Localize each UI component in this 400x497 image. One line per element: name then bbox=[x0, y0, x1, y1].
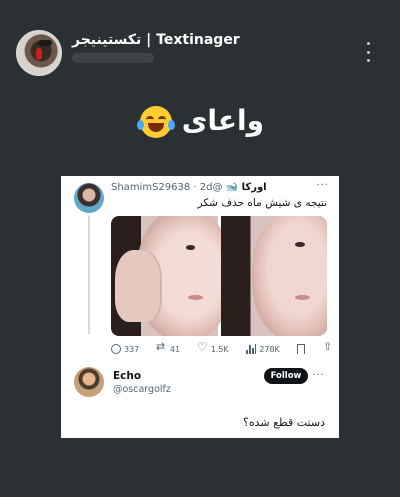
post-header: تکستینیجر | Textinager bbox=[16, 28, 384, 78]
views-count: 278K bbox=[259, 344, 280, 354]
retweet-action: 41 bbox=[156, 340, 181, 354]
reply-author-name: Echo bbox=[113, 370, 142, 382]
tweet-time: · 2d bbox=[193, 182, 213, 193]
channel-subtitle-blurred bbox=[72, 53, 154, 63]
reply-author-avatar bbox=[74, 367, 104, 397]
reply-text: دستت قطع شده؟ bbox=[243, 416, 325, 429]
channel-name[interactable]: تکستینیجر | Textinager bbox=[72, 32, 240, 48]
reply-icon bbox=[111, 344, 121, 354]
tweet-actions: 337 41 1.5K 278K bbox=[111, 340, 333, 356]
tweet-screenshot-card[interactable]: اورکا 🐋 @ShamimS29638 · 2d ··· نتیجه ی ش… bbox=[61, 176, 339, 438]
like-action: 1.5K bbox=[197, 340, 229, 354]
post-caption: واعای bbox=[0, 104, 400, 138]
share-action bbox=[323, 340, 333, 354]
photo-after bbox=[220, 216, 327, 336]
views-action: 278K bbox=[246, 344, 280, 354]
thread-line bbox=[88, 216, 90, 334]
bookmark-icon bbox=[297, 344, 306, 354]
avatar-hat-shape bbox=[38, 40, 52, 46]
like-count: 1.5K bbox=[210, 344, 229, 354]
tweet-author-avatar bbox=[74, 183, 104, 213]
follow-button: Follow bbox=[264, 368, 308, 384]
tweet-header: اورکا 🐋 @ShamimS29638 · 2d bbox=[111, 182, 325, 196]
reply-author-handle: @oscargolfz bbox=[113, 384, 171, 395]
more-vertical-icon[interactable] bbox=[362, 42, 374, 62]
retweet-count: 41 bbox=[169, 344, 181, 354]
caption-text: واعای bbox=[181, 104, 265, 137]
tweet-text: نتیجه ی شیش ماه حذف شکر bbox=[197, 197, 327, 209]
tweet-author-name: اورکا 🐋 bbox=[225, 182, 267, 193]
tweet-more-icon: ··· bbox=[316, 180, 329, 191]
reply-count: 337 bbox=[124, 344, 140, 354]
retweet-icon bbox=[156, 340, 167, 354]
heart-icon bbox=[197, 340, 208, 354]
views-chart-icon bbox=[246, 344, 257, 354]
reply-more-icon: ··· bbox=[312, 370, 325, 381]
reply-action: 337 bbox=[111, 344, 139, 354]
face-with-tears-of-joy-icon bbox=[136, 106, 175, 138]
tweet-media bbox=[111, 216, 327, 336]
share-icon bbox=[323, 340, 333, 354]
photo-before bbox=[111, 216, 233, 336]
bookmark-action bbox=[297, 344, 306, 354]
channel-avatar[interactable] bbox=[16, 30, 62, 76]
avatar-headphone-shape bbox=[36, 48, 42, 60]
